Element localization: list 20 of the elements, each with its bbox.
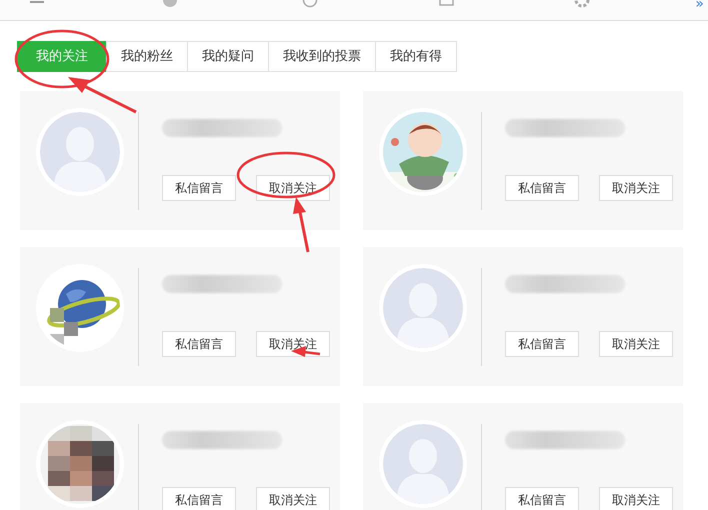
tab[interactable]: 我的粉丝 — [106, 41, 188, 72]
message-button[interactable]: 私信留言 — [505, 487, 579, 510]
unfollow-button[interactable]: 取消关注 — [599, 175, 673, 201]
message-button[interactable]: 私信留言 — [505, 331, 579, 357]
annotation-arrow — [293, 197, 310, 252]
default-avatar-icon — [40, 112, 120, 192]
message-button[interactable]: 私信留言 — [162, 331, 236, 357]
tab[interactable]: 我的疑问 — [187, 41, 269, 72]
default-avatar-icon — [383, 268, 463, 348]
message-button[interactable]: 私信留言 — [162, 175, 236, 201]
default-avatar-icon — [383, 424, 463, 504]
unfollow-button[interactable]: 取消关注 — [599, 487, 673, 510]
message-button[interactable]: 私信留言 — [162, 487, 236, 510]
unfollow-button[interactable]: 取消关注 — [599, 331, 673, 357]
tab[interactable]: 我的有得 — [375, 41, 457, 72]
tab[interactable]: 我收到的投票 — [268, 41, 376, 72]
message-button[interactable]: 私信留言 — [505, 175, 579, 201]
more-link[interactable]: » — [695, 0, 704, 20]
annotation-arrow — [68, 77, 137, 114]
unfollow-button[interactable]: 取消关注 — [256, 487, 330, 510]
